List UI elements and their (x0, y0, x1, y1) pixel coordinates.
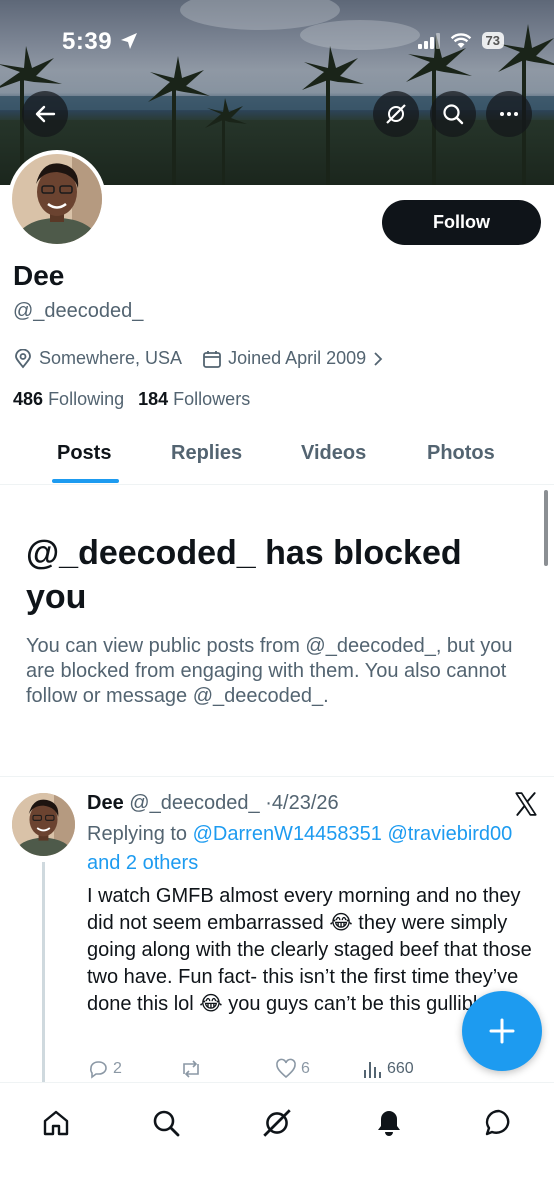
heart-icon (276, 1058, 296, 1079)
views-button[interactable]: 660 (361, 1058, 451, 1080)
wifi-icon (450, 32, 471, 48)
nav-grok[interactable] (259, 1105, 295, 1141)
search-icon (153, 1110, 180, 1137)
cellular-signal-icon (417, 32, 440, 49)
reply-icon (90, 1061, 107, 1079)
follow-counts: 486 Following 184 Followers (13, 389, 250, 410)
thread-line (42, 862, 45, 1082)
search-button[interactable] (430, 91, 476, 137)
profile-meta: Somewhere, USA Joined April 2009 (13, 348, 404, 369)
tab-replies[interactable]: Replies (171, 442, 242, 465)
back-button[interactable] (22, 91, 68, 137)
nav-home[interactable] (38, 1105, 74, 1141)
post-avatar[interactable] (12, 793, 75, 856)
joined-text: Joined April 2009 (228, 348, 367, 368)
bottom-navigation (0, 1082, 554, 1200)
home-icon (43, 1110, 69, 1136)
messages-icon (485, 1109, 510, 1136)
more-icon (500, 112, 518, 116)
profile-tabs: Posts Replies Videos Photos (0, 425, 554, 485)
compose-plus-icon (489, 1018, 515, 1044)
status-bar: 5:39 73 (0, 0, 554, 70)
scrollbar-thumb[interactable] (544, 490, 548, 566)
follow-button[interactable]: Follow (382, 200, 541, 245)
tab-photos[interactable]: Photos (427, 442, 495, 465)
nav-search[interactable] (148, 1105, 184, 1141)
laughing-emoji: 😂 (199, 993, 223, 1015)
followers-label: Followers (173, 389, 251, 409)
followers-link[interactable]: 184 Followers (138, 389, 250, 410)
location-pin-icon (15, 348, 31, 368)
post-date[interactable]: 4/23/26 (272, 792, 339, 814)
active-tab-indicator (52, 479, 119, 483)
grok-icon (386, 104, 406, 124)
reply-button[interactable]: 2 (87, 1058, 179, 1080)
chevron-right-icon (374, 351, 383, 366)
reply-mention-2[interactable]: @traviebird00 (387, 823, 512, 845)
views-chart-icon (364, 1062, 381, 1078)
battery-indicator: 73 (481, 32, 504, 49)
compose-button[interactable] (462, 991, 542, 1071)
laughing-emoji: 😂 (329, 912, 353, 934)
view-count: 660 (387, 1060, 414, 1077)
tab-videos[interactable]: Videos (301, 442, 366, 465)
more-options-button[interactable] (486, 91, 532, 137)
status-icons: 73 (417, 32, 504, 49)
tab-posts[interactable]: Posts (57, 442, 111, 465)
location-arrow-icon (121, 33, 137, 49)
following-link[interactable]: 486 Following (13, 389, 124, 410)
repost-button[interactable] (179, 1058, 275, 1080)
avatar-image (12, 793, 75, 856)
nav-messages[interactable] (481, 1105, 517, 1141)
replying-to-label: Replying to (87, 823, 188, 845)
location-text: Somewhere, USA (39, 348, 183, 368)
profile-avatar[interactable] (8, 150, 106, 248)
joined-date[interactable]: Joined April 2009 (202, 348, 384, 369)
like-count: 6 (301, 1060, 310, 1077)
search-icon (443, 104, 464, 125)
arrow-left-icon (35, 105, 56, 123)
replying-to: Replying to @DarrenW14458351 @traviebird… (87, 820, 537, 878)
blocked-title: @_deecoded_ has blocked you (26, 534, 462, 616)
post-header: Dee @_deecoded_ ·4/23/26 (87, 792, 339, 815)
post-author-handle[interactable]: @_deecoded_ (129, 792, 259, 814)
grok-button[interactable] (373, 91, 419, 137)
status-time: 5:39 (62, 28, 113, 55)
divider (0, 776, 554, 777)
notifications-bell-icon (378, 1111, 400, 1136)
x-logo-icon (515, 792, 537, 816)
grok-icon (263, 1109, 291, 1137)
post-author-name[interactable]: Dee (87, 792, 124, 814)
location: Somewhere, USA (13, 348, 182, 369)
nav-notifications[interactable] (371, 1105, 407, 1141)
followers-count: 184 (138, 389, 169, 409)
reply-mention-1[interactable]: @DarrenW14458351 (193, 823, 382, 845)
following-count: 486 (13, 389, 44, 409)
following-label: Following (48, 389, 125, 409)
post-text: I watch GMFB almost every morning and no… (87, 883, 542, 1018)
blocked-description: You can view public posts from @_deecode… (26, 635, 513, 707)
post-text-part: you guys can’t be this gullible (222, 993, 489, 1015)
profile-handle: @_deecoded_ (13, 300, 144, 322)
post-actions: 2 6 660 (87, 1057, 542, 1081)
calendar-icon (203, 350, 221, 368)
post-separator: · (265, 792, 272, 814)
repost-icon (183, 1060, 199, 1078)
like-button[interactable]: 6 (275, 1058, 361, 1080)
reply-count: 2 (113, 1060, 122, 1077)
reply-others-link[interactable]: and 2 others (87, 852, 198, 874)
profile-name: Dee (13, 260, 65, 291)
avatar-image (12, 154, 102, 244)
